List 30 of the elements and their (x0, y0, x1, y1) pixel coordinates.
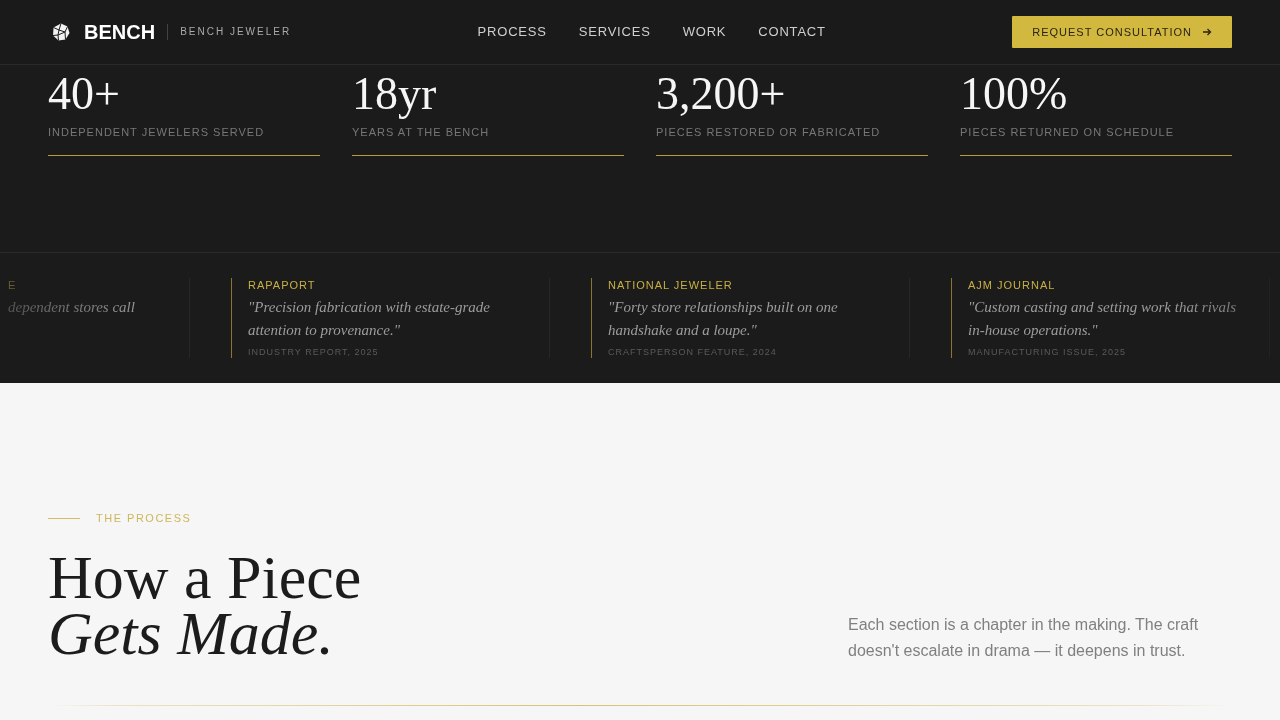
press-outlet: AJM JOURNAL (968, 278, 1057, 291)
press-outlet: NATIONAL JEWELER (608, 278, 734, 291)
nav-link[interactable]: WORK (682, 24, 727, 40)
arrow-icon (1202, 27, 1212, 37)
press-outlet: RAPAPORT (248, 278, 317, 291)
brand-name: BENCH (84, 20, 156, 44)
press-quote: "Custom casting and setting work that rivals in-house operations." (968, 298, 1237, 340)
section-eyebrow: THE PROCESS (96, 511, 192, 525)
nav-link[interactable]: SERVICES (578, 24, 651, 40)
stat-label: YEARS AT THE BENCH (352, 125, 491, 139)
press-quote: dependent stores call (8, 298, 136, 317)
press-outlet: E (8, 278, 18, 291)
section-heading: How a Piece Gets Made. (48, 549, 362, 661)
stat-value: 18yr (352, 71, 438, 117)
nav-link[interactable]: PROCESS (477, 24, 547, 40)
stat-label: PIECES RETURNED ON SCHEDULE (960, 125, 1176, 139)
nav-link[interactable]: CONTACT (758, 24, 826, 40)
brand-tagline: BENCH JEWELER (180, 26, 292, 38)
stat-label: PIECES RESTORED OR FABRICATED (656, 125, 882, 139)
stat-value: 3,200+ (656, 71, 787, 117)
press-source: MANUFACTURING ISSUE, 2025 (968, 347, 1128, 358)
consultation-button[interactable]: REQUEST CONSULTATION (1012, 16, 1232, 48)
press-quote: "Precision fabrication with estate-grade attention to provenance." (248, 298, 491, 340)
gem-icon (52, 23, 70, 41)
stat-value: 40+ (48, 71, 121, 117)
stat-value: 100% (960, 71, 1069, 117)
section-intro: Each section is a chapter in the making. The craft doesn't escalate in drama — it deepens in trust. (848, 615, 1200, 661)
press-quote: "Forty store relationships built on one handshake and a loupe." (608, 298, 839, 340)
press-source: INDUSTRY REPORT, 2025 (248, 347, 380, 358)
stat-label: INDEPENDENT JEWELERS SERVED (48, 125, 266, 139)
